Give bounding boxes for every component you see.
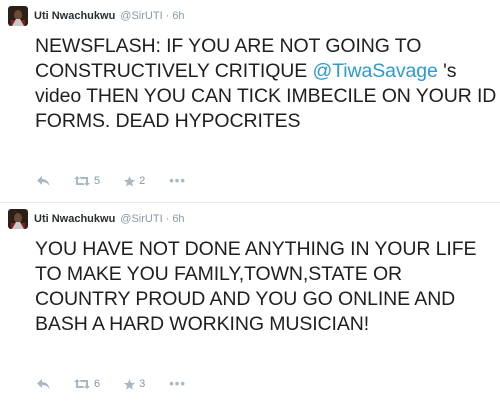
star-icon (124, 175, 136, 187)
tweet: Uti Nwachukwu @SirUTI · 6h YOU HAVE NOT … (0, 203, 500, 404)
retweet-icon (74, 379, 90, 389)
tweet: Uti Nwachukwu @SirUTI · 6h NEWSFLASH: IF… (0, 0, 500, 203)
star-icon (124, 378, 136, 390)
tweet-header: Uti Nwachukwu @SirUTI · 6h (8, 209, 492, 229)
favorite-count: 3 (139, 378, 146, 390)
author-name[interactable]: Uti Nwachukwu (34, 10, 115, 22)
more-icon: ••• (169, 376, 186, 391)
favorite-count: 2 (139, 175, 146, 187)
retweet-icon (74, 176, 90, 186)
separator-dot: · (165, 213, 170, 225)
reply-icon (37, 379, 50, 389)
mention-link[interactable]: @TiwaSavage (313, 60, 438, 82)
retweet-button[interactable]: 5 (74, 175, 100, 187)
tweet-header: Uti Nwachukwu @SirUTI · 6h (8, 6, 492, 26)
tweet-actions: 6 3 ••• (37, 376, 210, 391)
timestamp[interactable]: 6h (172, 10, 184, 22)
retweet-count: 6 (94, 378, 101, 390)
author-name[interactable]: Uti Nwachukwu (34, 213, 115, 225)
reply-button[interactable] (37, 176, 50, 186)
favorite-button[interactable]: 3 (124, 378, 145, 390)
timestamp[interactable]: 6h (172, 213, 184, 225)
author-handle[interactable]: @SirUTI (120, 10, 162, 22)
more-button[interactable]: ••• (169, 376, 186, 391)
reply-icon (37, 176, 50, 186)
tweet-text: NEWSFLASH: IF YOU ARE NOT GOING TO CONST… (35, 34, 500, 134)
tweet-actions: 5 2 ••• (37, 173, 210, 188)
favorite-button[interactable]: 2 (124, 175, 145, 187)
retweet-button[interactable]: 6 (74, 378, 100, 390)
author-handle[interactable]: @SirUTI (120, 213, 162, 225)
separator-dot: · (165, 10, 170, 22)
tweet-text: YOU HAVE NOT DONE ANYTHING IN YOUR LIFE … (35, 238, 482, 335)
more-button[interactable]: ••• (169, 173, 186, 188)
avatar[interactable] (8, 209, 28, 229)
more-icon: ••• (169, 173, 186, 188)
avatar[interactable] (8, 6, 28, 26)
reply-button[interactable] (37, 379, 50, 389)
retweet-count: 5 (94, 175, 101, 187)
